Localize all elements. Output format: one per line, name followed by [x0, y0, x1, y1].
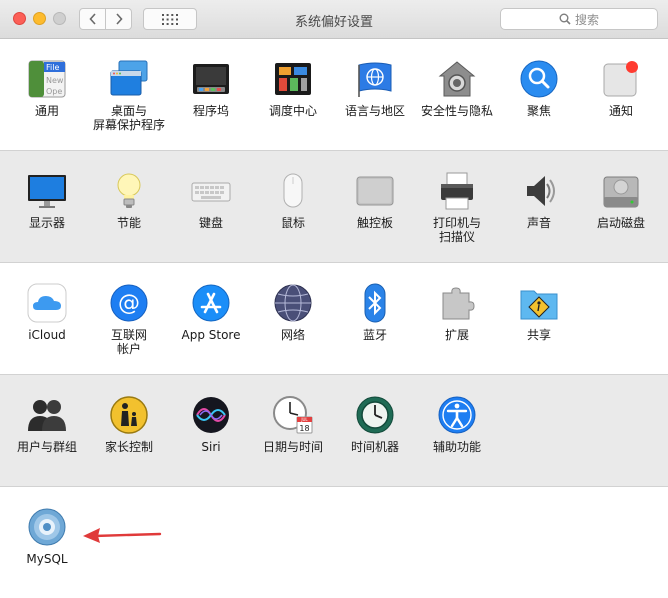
pref-label: 安全性与隐私 [420, 104, 493, 118]
pref-label: 声音 [526, 216, 551, 230]
mission-control-icon [275, 63, 311, 95]
chevron-left-icon [88, 13, 96, 25]
at-sign-icon: @ [110, 284, 148, 322]
pref-label: 网络 [280, 328, 305, 342]
pref-label: 鼠标 [280, 216, 305, 230]
pref-label: 语言与地区 [344, 104, 405, 118]
network-globe-icon [274, 284, 312, 322]
pref-label: iCloud [28, 328, 66, 342]
close-window-button[interactable] [13, 12, 26, 25]
pref-label: 调度中心 [268, 104, 317, 118]
hard-disk-icon [603, 176, 639, 208]
pref-row-system: 用户与群组 家长控制 Siri JUL 18 日期与时间 时间机器 辅助功能 [0, 375, 668, 487]
parental-controls-icon [110, 396, 148, 434]
icloud-icon [27, 283, 67, 323]
system-preferences-window: 系统偏好设置 搜索 File New Ope 通用 桌面与 屏幕保护程序 程序坞… [0, 0, 668, 598]
pref-label: 触控板 [356, 216, 393, 230]
notifications-icon [603, 61, 638, 97]
pref-label: 节能 [116, 216, 141, 230]
zoom-window-button[interactable] [53, 12, 66, 25]
pref-label: 通用 [34, 104, 59, 118]
house-lock-icon [438, 61, 476, 97]
svg-text:New: New [46, 76, 64, 85]
search-field[interactable]: 搜索 [500, 8, 658, 30]
lightbulb-icon [117, 173, 141, 208]
pref-label: 时间机器 [350, 440, 399, 454]
svg-text:@: @ [118, 291, 140, 316]
pref-row-internet: iCloud @ 互联网 帐户 App Store 网络 蓝牙 扩展 共享 [0, 263, 668, 375]
display-icon [28, 175, 66, 208]
pref-row-personal: File New Ope 通用 桌面与 屏幕保护程序 程序坞 调度中心 语言与地… [0, 39, 668, 151]
forward-button[interactable] [105, 8, 132, 30]
svg-text:File: File [46, 63, 59, 72]
back-button[interactable] [79, 8, 106, 30]
chevron-right-icon [115, 13, 123, 25]
app-store-icon [192, 284, 230, 322]
spotlight-icon [520, 60, 558, 98]
pref-label: Siri [201, 440, 221, 454]
annotation-arrow-icon [83, 528, 162, 543]
pref-label: 程序坞 [192, 104, 229, 118]
pref-label: 互联网 帐户 [110, 328, 147, 356]
time-machine-icon [356, 396, 394, 434]
puzzle-piece-icon [442, 287, 475, 320]
search-icon [559, 13, 571, 25]
search-placeholder: 搜索 [574, 12, 599, 27]
language-region-icon [358, 62, 392, 97]
general-icon: File New Ope [28, 60, 66, 98]
svg-text:18: 18 [299, 424, 309, 433]
speaker-icon [527, 176, 555, 206]
accessibility-icon [438, 396, 476, 434]
pref-label: 家长控制 [104, 440, 153, 454]
window-title: 系统偏好设置 [294, 15, 373, 30]
pref-label: MySQL [26, 552, 68, 566]
pref-label: 聚焦 [526, 104, 551, 118]
svg-text:JUL: JUL [300, 417, 308, 422]
keyboard-icon [191, 182, 231, 202]
printer-icon [441, 172, 473, 210]
trackpad-icon [356, 176, 394, 206]
pref-label: 辅助功能 [432, 440, 481, 454]
dock-icon [193, 64, 229, 94]
pref-label: 桌面与 屏幕保护程序 [92, 104, 165, 132]
mysql-gear-icon [28, 508, 66, 546]
pref-label: 扩展 [444, 328, 469, 342]
mouse-icon [283, 173, 303, 208]
pref-label: 日期与时间 [262, 440, 323, 454]
minimize-window-button[interactable] [33, 12, 46, 25]
pref-row-hardware: 显示器 节能 键盘 鼠标 触控板 打印机与 扫描仪 声音 启动磁盘 [0, 151, 668, 263]
show-all-button[interactable] [143, 8, 197, 30]
pref-label: 用户与群组 [16, 440, 77, 454]
svg-text:Ope: Ope [46, 87, 62, 96]
sharing-folder-icon [520, 290, 558, 320]
clock-calendar-icon: JUL 18 [273, 396, 313, 434]
desktop-screensaver-icon [110, 60, 148, 96]
pref-label: 打印机与 扫描仪 [432, 216, 481, 244]
pref-label: App Store [181, 328, 241, 342]
pref-label: 显示器 [28, 216, 65, 230]
bluetooth-icon [364, 283, 386, 323]
pref-label: 键盘 [198, 216, 223, 230]
siri-icon [193, 397, 229, 433]
pref-label: 共享 [526, 328, 551, 342]
users-icon [28, 400, 66, 431]
pref-label: 启动磁盘 [596, 216, 645, 230]
titlebar: 系统偏好设置 搜索 [0, 0, 668, 39]
grid-icon [162, 13, 178, 25]
pref-label: 通知 [608, 104, 633, 118]
pref-label: 蓝牙 [362, 328, 387, 342]
